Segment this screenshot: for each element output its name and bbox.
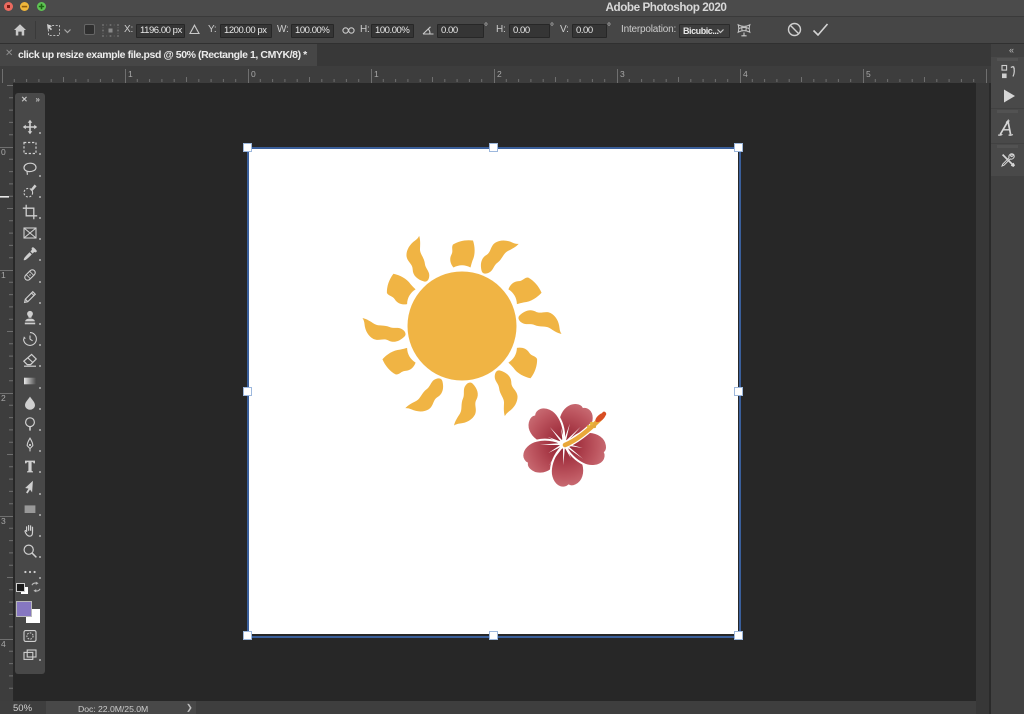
svg-text:3: 3 — [620, 69, 625, 79]
svg-text:3: 3 — [1, 516, 6, 526]
svg-text:0: 0 — [251, 69, 256, 79]
svg-text:2: 2 — [497, 69, 502, 79]
svg-text:5: 5 — [866, 69, 871, 79]
svg-text:1: 1 — [128, 69, 133, 79]
svg-text:1: 1 — [374, 69, 379, 79]
svg-text:0: 0 — [1, 147, 6, 157]
svg-text:4: 4 — [743, 69, 748, 79]
svg-text:2: 2 — [1, 393, 6, 403]
svg-text:4: 4 — [1, 639, 6, 649]
svg-text:1: 1 — [1, 270, 6, 280]
